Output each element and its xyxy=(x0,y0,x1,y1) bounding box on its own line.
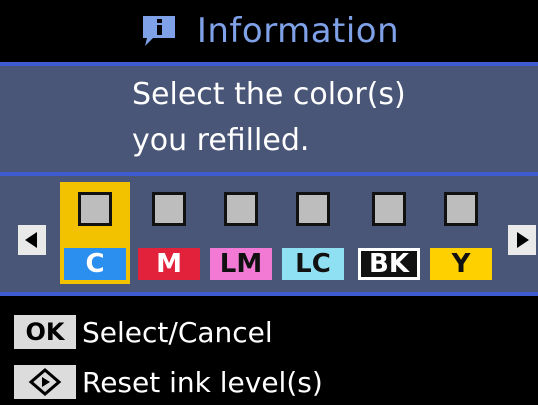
scroll-right-arrow[interactable] xyxy=(508,225,536,255)
ok-option[interactable]: OK Select/Cancel xyxy=(14,312,273,352)
ink-option-lc[interactable]: LC xyxy=(278,182,348,284)
ink-checkbox-c[interactable] xyxy=(78,192,112,226)
ink-label-y: Y xyxy=(430,248,492,280)
header-title: Information xyxy=(196,11,400,51)
ok-option-text: Select/Cancel xyxy=(82,315,273,349)
right-arrow-icon xyxy=(517,232,529,248)
header: Information xyxy=(0,0,538,62)
message-line-2: you refilled. xyxy=(132,123,310,158)
ink-checkbox-lm[interactable] xyxy=(224,192,258,226)
ink-option-bk[interactable]: BK xyxy=(354,182,424,284)
ink-checkbox-lc[interactable] xyxy=(296,192,330,226)
diamond-start-icon[interactable] xyxy=(14,365,76,399)
scroll-left-arrow[interactable] xyxy=(18,225,46,255)
reset-option-text: Reset ink level(s) xyxy=(82,365,323,399)
ink-label-m: M xyxy=(138,248,200,280)
info-balloon-icon xyxy=(139,12,179,50)
ink-option-m[interactable]: M xyxy=(134,182,204,284)
left-arrow-icon xyxy=(25,232,37,248)
message-line-1: Select the color(s) xyxy=(132,77,406,112)
ink-label-bk: BK xyxy=(358,248,420,280)
ink-option-c[interactable]: C xyxy=(60,182,130,284)
reset-option[interactable]: Reset ink level(s) xyxy=(14,362,323,402)
ink-label-lm: LM xyxy=(210,248,272,280)
divider-bottom xyxy=(0,292,538,296)
ink-checkbox-bk[interactable] xyxy=(372,192,406,226)
ink-option-y[interactable]: Y xyxy=(426,182,496,284)
ink-checkbox-m[interactable] xyxy=(152,192,186,226)
ok-key[interactable]: OK xyxy=(14,315,76,349)
message-panel: Select the color(s) you refilled. xyxy=(0,66,538,172)
ink-option-lm[interactable]: LM xyxy=(206,182,276,284)
ink-label-lc: LC xyxy=(282,248,344,280)
ink-checkbox-y[interactable] xyxy=(444,192,478,226)
ink-label-c: C xyxy=(64,248,126,280)
printer-lcd-screen: Information Select the color(s) you refi… xyxy=(0,0,538,405)
